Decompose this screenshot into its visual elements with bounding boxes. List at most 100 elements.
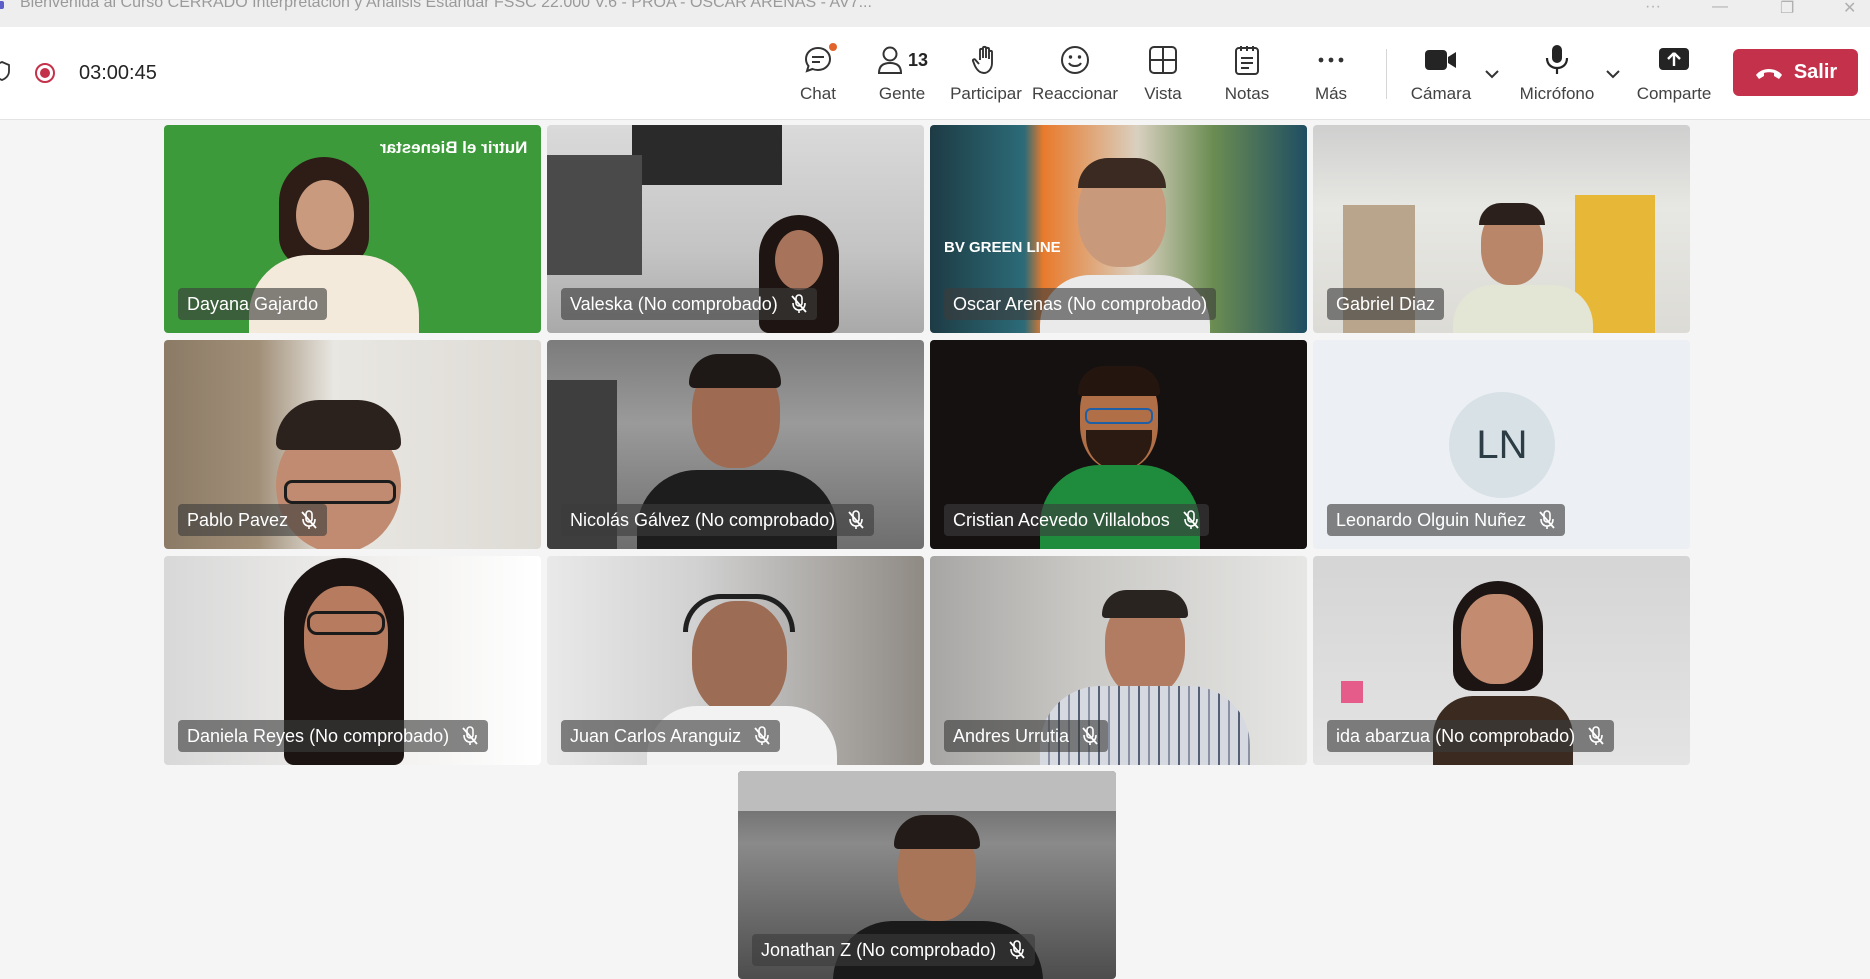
participant-name-tag: Juan Carlos Aranguiz: [561, 720, 781, 752]
mic-off-icon: [1588, 726, 1605, 746]
minimize-icon[interactable]: —: [1712, 0, 1728, 16]
participant-hair: [1479, 203, 1545, 225]
shield-icon: [0, 61, 10, 81]
video-tile-ida-abarzua[interactable]: ida abarzua (No comprobado): [1313, 556, 1690, 765]
share-label: Comparte: [1636, 84, 1712, 103]
view-button[interactable]: Vista: [1143, 43, 1183, 113]
teams-app-icon: [0, 1, 4, 9]
more-dots-icon: [1316, 43, 1346, 77]
participant-name-tag: Cristian Acevedo Villalobos: [944, 504, 1209, 536]
participant-face: [775, 230, 823, 290]
view-label: Vista: [1144, 84, 1182, 103]
participant-hair: [894, 815, 980, 849]
video-tile-valeska[interactable]: Valeska (No comprobado): [547, 125, 924, 333]
mic-off-icon: [1182, 510, 1199, 530]
participant-name-tag: ida abarzua (No comprobado): [1327, 720, 1615, 752]
participant-name-tag: Jonathan Z (No comprobado): [752, 934, 1036, 966]
participant-name-tag: Oscar Arenas (No comprobado): [944, 288, 1217, 320]
share-button[interactable]: Comparte: [1637, 43, 1711, 113]
smiley-icon: [1059, 43, 1091, 77]
window-title-bar: Bienvenida al Curso CERRADO Interpretaci…: [0, 0, 1870, 27]
video-tile-juan-carlos-aranguiz[interactable]: Juan Carlos Aranguiz: [547, 556, 924, 765]
chat-label: Chat: [800, 84, 836, 103]
participant-name-tag: Gabriel Diaz: [1327, 288, 1445, 320]
raise-hand-button[interactable]: Participar: [950, 43, 1022, 113]
background-sticky-note: [1341, 681, 1363, 703]
participant-face: [1461, 594, 1533, 684]
avatar-beard: [1086, 430, 1152, 470]
hang-up-phone-icon: [1755, 68, 1782, 79]
video-tile-leonardo-olguin[interactable]: LN Leonardo Olguin Nuñez: [1313, 340, 1690, 549]
participant-name: Daniela Reyes (No comprobado): [187, 725, 450, 746]
grid-view-icon: [1148, 43, 1178, 77]
mic-off-icon: [790, 294, 807, 314]
leave-button[interactable]: Salir: [1733, 49, 1858, 96]
notes-button[interactable]: Notas: [1223, 43, 1271, 113]
more-window-options-icon[interactable]: ···: [1645, 0, 1661, 16]
participant-name: Leonardo Olguin Nuñez: [1336, 509, 1527, 530]
participant-name: Gabriel Diaz: [1336, 293, 1436, 314]
camera-options-chevron-down-icon[interactable]: [1484, 69, 1500, 79]
background-logo-text: Nutrir el Bienestar: [379, 138, 527, 157]
people-icon-wrap: 13: [876, 43, 928, 77]
camera-button[interactable]: Cámara: [1410, 43, 1472, 113]
restore-icon[interactable]: ❐: [1780, 0, 1794, 18]
participant-glasses: [307, 611, 385, 635]
people-button[interactable]: 13 Gente: [874, 43, 930, 113]
participant-name-tag: Valeska (No comprobado): [561, 288, 817, 320]
mic-off-icon: [301, 510, 317, 530]
participant-initials-avatar: LN: [1449, 392, 1555, 498]
microphone-options-chevron-down-icon[interactable]: [1605, 69, 1621, 79]
participant-hair: [276, 400, 401, 450]
microphone-icon: [1544, 43, 1570, 77]
mic-off-icon: [462, 726, 479, 746]
participant-name: ida abarzua (No comprobado): [1336, 725, 1576, 746]
video-tile-jonathan-z[interactable]: Jonathan Z (No comprobado): [738, 771, 1116, 979]
participant-name: Nicolás Gálvez (No comprobado): [570, 509, 836, 530]
people-count: 13: [907, 49, 929, 70]
background-tv: [632, 125, 782, 185]
microphone-button[interactable]: Micrófono: [1518, 43, 1596, 113]
camera-label: Cámara: [1410, 84, 1472, 103]
people-label: Gente: [878, 84, 926, 103]
microphone-label: Micrófono: [1519, 84, 1595, 103]
share-icon: [1658, 43, 1690, 77]
participant-hair: [689, 354, 781, 388]
leave-label: Salir: [1793, 61, 1838, 83]
video-tile-pablo-pavez[interactable]: Pablo Pavez: [164, 340, 541, 549]
chat-button[interactable]: Chat: [796, 43, 840, 113]
person-icon: [877, 46, 902, 74]
notes-icon: [1234, 43, 1260, 77]
participant-name-tag: Dayana Gajardo: [178, 288, 328, 320]
chat-icon: [802, 43, 837, 77]
video-tile-dayana-gajardo[interactable]: Nutrir el Bienestar Dayana Gajardo: [164, 125, 541, 333]
participant-name: Juan Carlos Aranguiz: [570, 725, 742, 746]
participant-glasses: [284, 480, 396, 504]
avatar-glasses: [1085, 408, 1153, 424]
participant-name: Oscar Arenas (No comprobado): [953, 293, 1208, 314]
notes-label: Notas: [1224, 84, 1270, 103]
participant-name: Dayana Gajardo: [187, 293, 319, 314]
video-tile-andres-urrutia[interactable]: Andres Urrutia: [930, 556, 1307, 765]
participant-name: Jonathan Z (No comprobado): [761, 939, 997, 960]
participant-face: [296, 180, 354, 250]
headphones-icon: [683, 594, 795, 632]
participant-name: Valeska (No comprobado): [570, 293, 778, 314]
react-button[interactable]: Reaccionar: [1032, 43, 1118, 113]
participant-name-tag: Andres Urrutia: [944, 720, 1109, 752]
recording-indicator-icon: [35, 63, 55, 83]
participant-name: Andres Urrutia: [953, 725, 1070, 746]
meeting-toolbar: 03:00:45 Chat 13 Gente Participar Reacci…: [0, 27, 1870, 120]
video-tile-nicolas-galvez[interactable]: Nicolás Gálvez (No comprobado): [547, 340, 924, 549]
mic-off-icon: [1082, 726, 1098, 746]
background-brand-text: BV GREEN LINE: [944, 239, 1061, 256]
video-tile-cristian-acevedo[interactable]: Cristian Acevedo Villalobos: [930, 340, 1307, 549]
video-tile-daniela-reyes[interactable]: Daniela Reyes (No comprobado): [164, 556, 541, 765]
participant-name: Pablo Pavez: [187, 509, 289, 530]
video-tile-oscar-arenas[interactable]: BV GREEN LINE Oscar Arenas (No comprobad…: [930, 125, 1307, 333]
mic-off-icon: [1009, 940, 1026, 960]
close-icon[interactable]: ✕: [1843, 0, 1856, 18]
video-tile-gabriel-diaz[interactable]: Gabriel Diaz: [1313, 125, 1690, 333]
more-button[interactable]: Más: [1312, 43, 1350, 113]
more-label: Más: [1314, 84, 1348, 103]
